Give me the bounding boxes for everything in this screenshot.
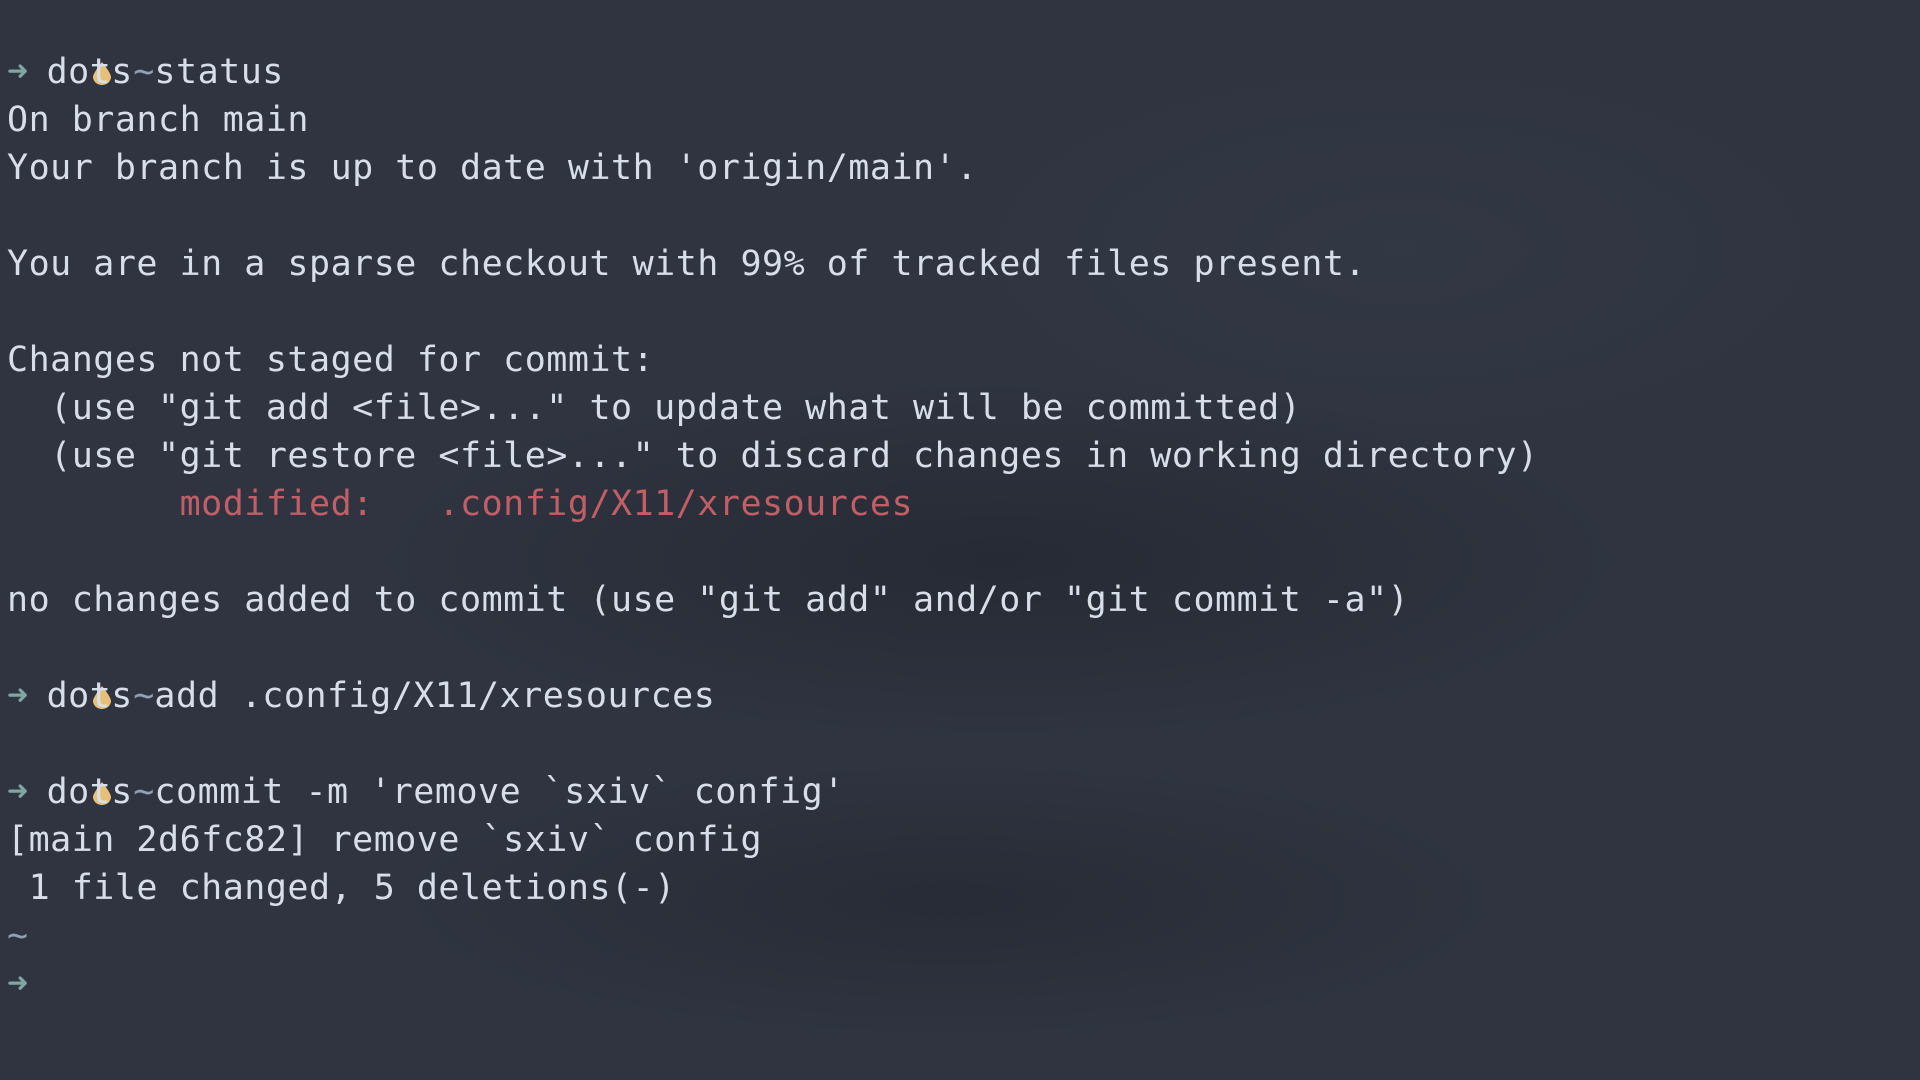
- prompt-directory: ~: [7, 916, 29, 956]
- prompt-arrow-icon: ➜: [7, 772, 29, 812]
- command-line: ➜ dots add .config/X11/xresources: [7, 672, 1907, 720]
- output-line: no changes added to commit (use "git add…: [7, 580, 1410, 620]
- output-line: Changes not staged for commit:: [7, 340, 655, 380]
- command-line: ➜ dots status: [7, 48, 1907, 96]
- output-hint: (use "git add <file>..." to update what …: [7, 388, 1302, 428]
- command-text: dots status: [46, 52, 284, 92]
- output-line: [main 2d6fc82] remove `sxiv` config: [7, 820, 763, 860]
- command-text: dots add .config/X11/xresources: [46, 676, 716, 716]
- command-text: dots commit -m 'remove `sxiv` config': [46, 772, 845, 812]
- prompt-arrow-icon: ➜: [7, 52, 29, 92]
- terminal-window[interactable]: ~ ➜ dots status On branch main Your branc…: [7, 0, 1907, 1080]
- modified-file-line: modified: .config/X11/xresources: [7, 484, 914, 524]
- output-line: On branch main: [7, 100, 310, 140]
- command-input-line[interactable]: ➜: [7, 960, 1907, 1008]
- prompt-arrow-icon: ➜: [7, 964, 29, 1004]
- command-line: ➜ dots commit -m 'remove `sxiv` config': [7, 768, 1907, 816]
- prompt-arrow-icon: ➜: [7, 676, 29, 716]
- output-line: 1 file changed, 5 deletions(-): [7, 868, 676, 908]
- prompt-line: ~: [7, 720, 1907, 812]
- output-line: You are in a sparse checkout with 99% of…: [7, 244, 1367, 284]
- prompt-line: ~: [7, 0, 1907, 92]
- output-hint: (use "git restore <file>..." to discard …: [7, 436, 1539, 476]
- prompt-line: ~: [7, 624, 1907, 716]
- output-line: Your branch is up to date with 'origin/m…: [7, 148, 978, 188]
